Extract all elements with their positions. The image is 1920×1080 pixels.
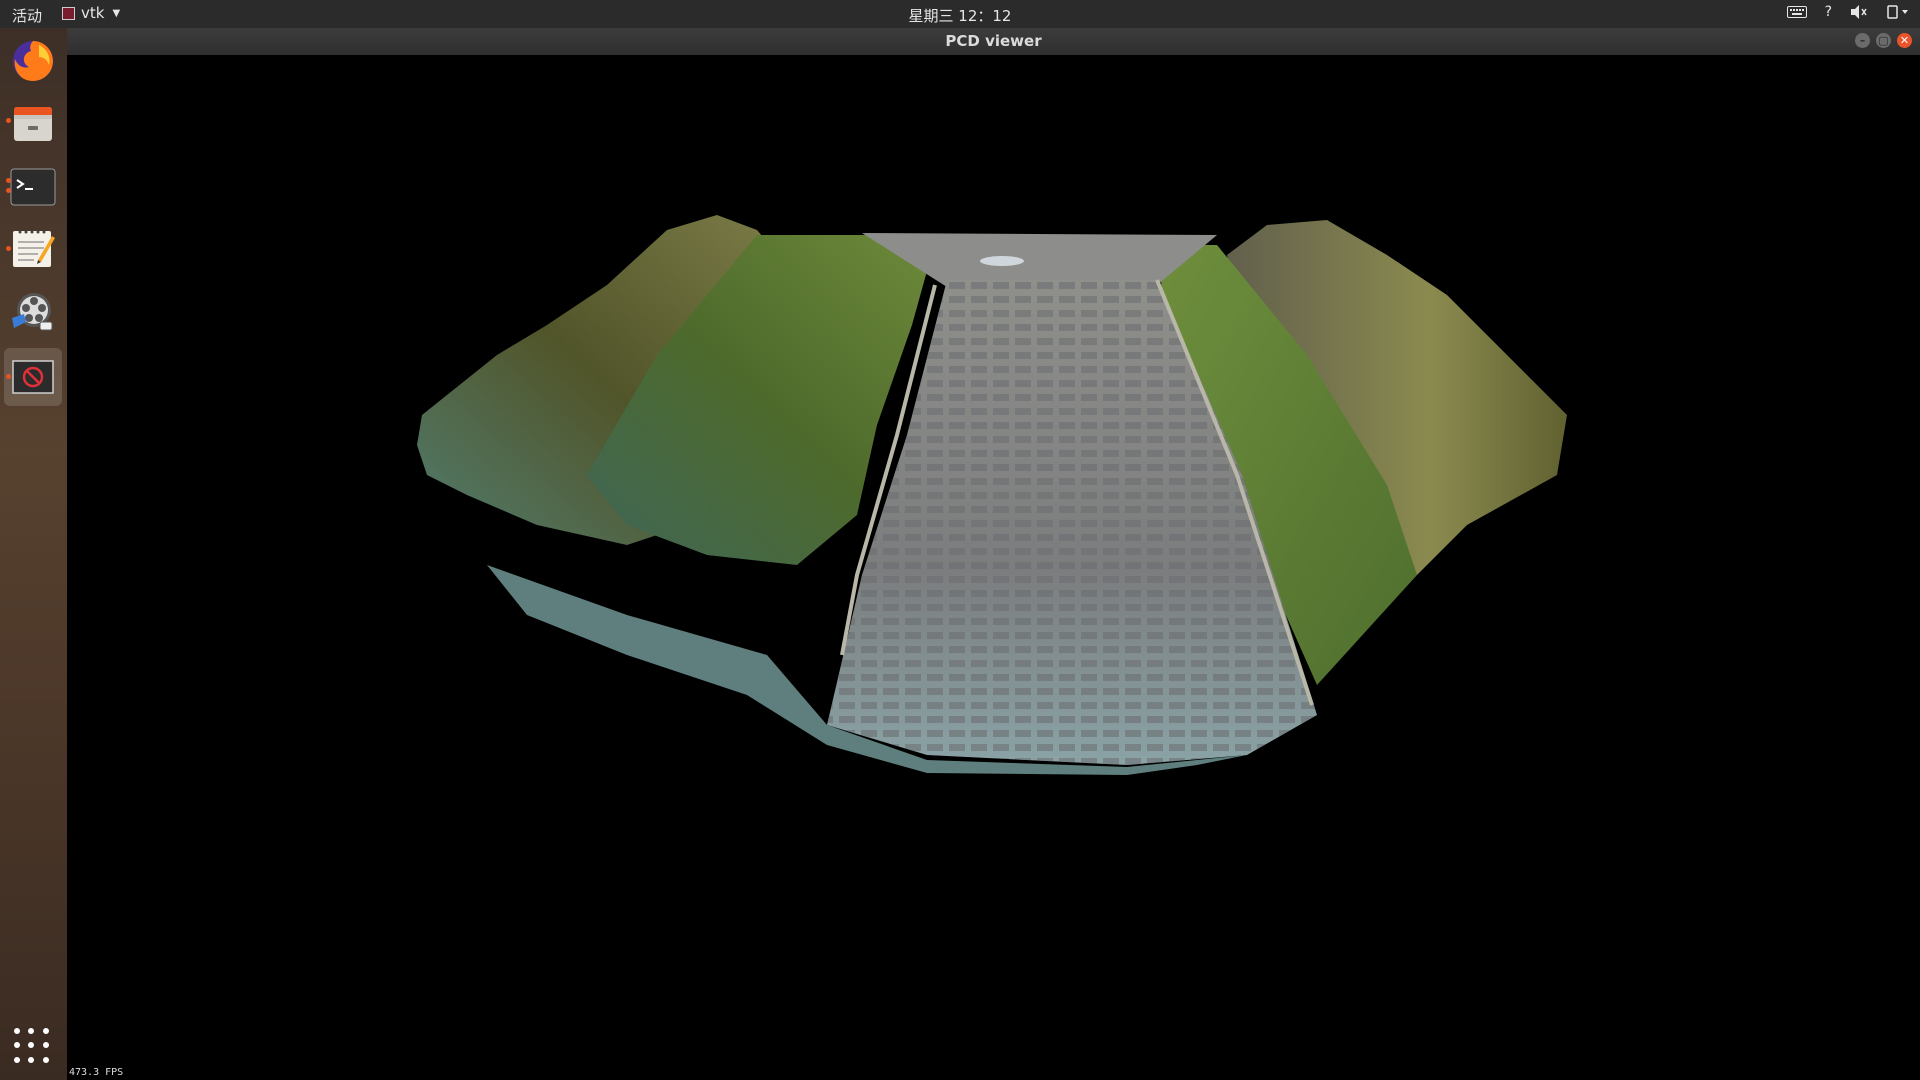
keyboard-icon[interactable] xyxy=(1786,5,1807,19)
power-icon[interactable] xyxy=(1886,4,1908,20)
running-indicator xyxy=(6,374,11,379)
vtk-app-icon xyxy=(12,360,54,394)
text-editor-icon xyxy=(13,230,55,267)
dock-item-firefox[interactable] xyxy=(4,32,62,90)
close-button[interactable]: ✕ xyxy=(1897,33,1912,48)
fps-counter: 473.3 FPS xyxy=(69,1067,124,1078)
running-indicator xyxy=(6,118,11,123)
grid-icon xyxy=(14,1028,20,1034)
maximize-button[interactable]: ▢ xyxy=(1876,33,1891,48)
top-bar: 活动 vtk ▼ 星期三 12：12 ? xyxy=(0,0,1920,28)
running-indicator xyxy=(6,246,11,251)
system-tray[interactable]: ? xyxy=(1786,4,1908,20)
clock[interactable]: 星期三 12：12 xyxy=(0,5,1920,26)
dock-item-video-editor[interactable] xyxy=(4,282,62,340)
help-icon[interactable]: ? xyxy=(1825,4,1832,20)
dock xyxy=(0,28,67,1080)
terminal-icon xyxy=(10,168,56,206)
pcd-render-viewport[interactable]: 473.3 FPS xyxy=(67,55,1920,1080)
running-indicator xyxy=(6,178,11,183)
running-indicator xyxy=(6,188,11,193)
point-cloud-render xyxy=(417,215,1567,775)
dock-item-terminal[interactable] xyxy=(4,158,62,216)
volume-muted-icon[interactable] xyxy=(1850,4,1868,20)
dock-item-vtk-viewer[interactable] xyxy=(4,348,62,406)
firefox-icon xyxy=(13,41,54,81)
window-controls: – ▢ ✕ xyxy=(1855,33,1912,48)
files-icon xyxy=(14,107,52,141)
window-title: PCD viewer xyxy=(945,32,1042,50)
video-editor-icon xyxy=(12,293,53,331)
puddle xyxy=(980,256,1024,266)
dock-item-text-editor[interactable] xyxy=(4,220,62,278)
dock-item-files[interactable] xyxy=(4,94,62,152)
minimize-button[interactable]: – xyxy=(1855,33,1870,48)
window-titlebar[interactable]: PCD viewer – ▢ ✕ xyxy=(67,28,1920,55)
show-applications-button[interactable] xyxy=(14,1028,50,1064)
